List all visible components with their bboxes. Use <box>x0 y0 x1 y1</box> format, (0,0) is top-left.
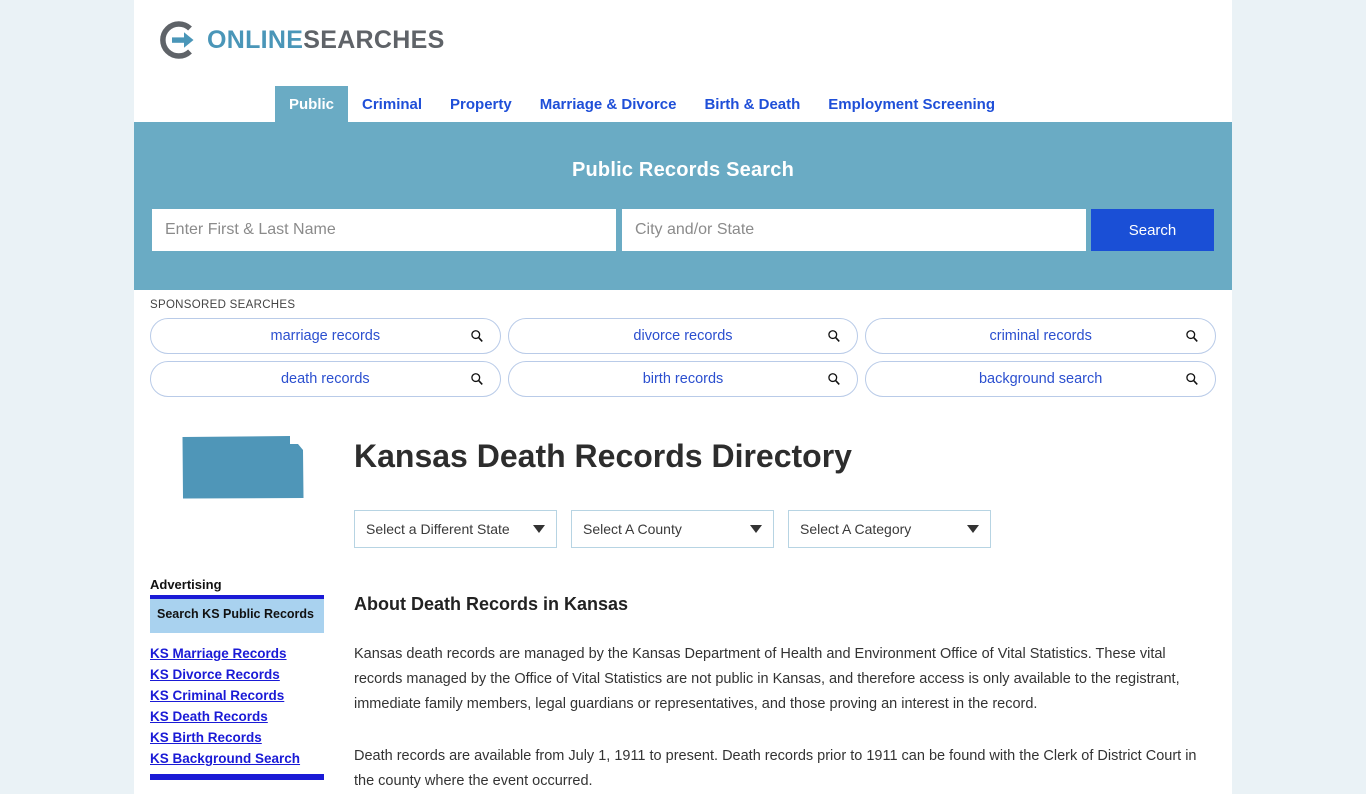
sidebar-link-ks-criminal-records[interactable]: KS Criminal Records <box>150 688 324 703</box>
county-select[interactable]: Select A County <box>571 510 774 549</box>
category-select-value: Select A Category <box>800 521 912 538</box>
section-heading: About Death Records in Kansas <box>354 594 629 615</box>
name-search-input[interactable] <box>152 209 616 251</box>
ad-box[interactable]: Search KS Public Records <box>150 595 324 633</box>
page-title: Kansas Death Records Directory <box>354 438 852 474</box>
nav-item-employment-screening[interactable]: Employment Screening <box>814 86 1009 122</box>
circle-arrow-logo-icon <box>160 21 194 59</box>
sponsored-searches-label: SPONSORED SEARCHES <box>150 299 296 311</box>
paragraph-1: Kansas death records are managed by the … <box>354 646 1180 713</box>
sidebar-link-ks-divorce-records[interactable]: KS Divorce Records <box>150 667 324 682</box>
advertising-heading: Advertising <box>150 577 222 592</box>
chevron-down-icon <box>750 525 762 534</box>
sponsored-pill-divorce-records[interactable]: divorce records <box>507 318 859 354</box>
chevron-down-icon <box>967 525 979 534</box>
search-icon <box>470 373 483 385</box>
search-icon <box>828 330 841 342</box>
sponsored-searches: SPONSORED SEARCHES marriage records divo… <box>134 290 1232 407</box>
nav-item-birth-death[interactable]: Birth & Death <box>690 86 814 122</box>
search-form: Search <box>152 209 1214 251</box>
pill-label: birth records <box>642 371 724 387</box>
state-select-value: Select a Different State <box>366 521 510 538</box>
sponsored-pill-grid: marriage records divorce records crimina… <box>150 318 1216 397</box>
nav-item-public[interactable]: Public <box>275 86 349 122</box>
category-select[interactable]: Select A Category <box>788 510 991 549</box>
sponsored-pill-birth-records[interactable]: birth records <box>507 361 859 397</box>
logo-wordmark: ONLINESEARCHES <box>207 26 445 55</box>
chevron-down-icon <box>533 525 545 534</box>
search-icon <box>828 373 841 385</box>
location-search-input[interactable] <box>622 209 1086 251</box>
sponsored-pill-death-records[interactable]: death records <box>150 361 501 397</box>
county-select-value: Select A County <box>583 521 682 538</box>
body-wrapper: Advertising Search KS Public Records KS … <box>134 407 1232 794</box>
sponsored-pill-criminal-records[interactable]: criminal records <box>865 318 1216 354</box>
search-icon <box>1186 330 1198 342</box>
pill-label: marriage records <box>270 328 381 344</box>
sponsored-pill-marriage-records[interactable]: marriage records <box>150 318 501 354</box>
search-icon <box>1186 373 1198 385</box>
sidebar-link-ks-background-search[interactable]: KS Background Search <box>150 751 324 766</box>
filter-dropdowns: Select a Different State Select A County… <box>354 510 1216 549</box>
sponsored-pill-background-search[interactable]: background search <box>865 361 1216 397</box>
state-select[interactable]: Select a Different State <box>354 510 557 549</box>
pill-label: background search <box>978 371 1103 387</box>
pill-label: criminal records <box>989 328 1092 344</box>
nav-item-criminal[interactable]: Criminal <box>348 86 436 122</box>
sidebar-link-ks-birth-records[interactable]: KS Birth Records <box>150 730 324 745</box>
logo-text-searches: SEARCHES <box>303 25 445 54</box>
ad-box-text: Search KS Public Records <box>157 607 315 621</box>
main-content: Kansas Death Records Directory Select a … <box>324 425 1216 794</box>
pill-label: death records <box>280 371 370 387</box>
sidebar-link-ks-death-records[interactable]: KS Death Records <box>150 709 324 724</box>
search-button[interactable]: Search <box>1091 209 1214 251</box>
sidebar-divider <box>150 773 324 780</box>
sidebar-link-ks-marriage-records[interactable]: KS Marriage Records <box>150 646 324 661</box>
paragraph-2: Death records are available from July 1,… <box>354 748 1197 789</box>
site-header: ONLINESEARCHES <box>134 0 1232 86</box>
kansas-state-shape-icon <box>182 436 304 499</box>
nav-item-property[interactable]: Property <box>436 86 526 122</box>
main-navigation: Public Criminal Property Marriage & Divo… <box>134 86 1232 126</box>
nav-item-marriage-divorce[interactable]: Marriage & Divorce <box>526 86 691 122</box>
page-container: ONLINESEARCHES Public Criminal Property … <box>134 0 1232 794</box>
hero-title: Public Records Search <box>571 159 795 181</box>
sidebar-links: KS Marriage Records KS Divorce Records K… <box>150 646 324 766</box>
logo-text-online: ONLINE <box>207 25 304 54</box>
site-logo[interactable]: ONLINESEARCHES <box>154 18 445 62</box>
pill-label: divorce records <box>633 328 733 344</box>
sidebar: Advertising Search KS Public Records KS … <box>150 425 324 794</box>
public-records-search-panel: Public Records Search Search <box>134 126 1232 290</box>
search-icon <box>470 330 483 342</box>
